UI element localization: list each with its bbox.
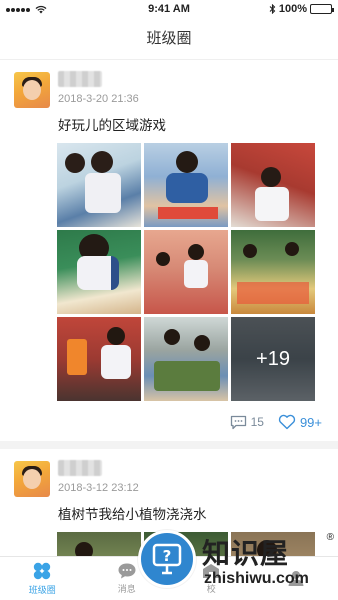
post-photo-more[interactable]: +19 — [231, 317, 315, 401]
status-right: 100% — [269, 3, 334, 15]
post-photo[interactable] — [144, 317, 228, 401]
post-photo[interactable] — [144, 143, 228, 227]
like-count: 99+ — [299, 414, 322, 430]
more-photos-count: +19 — [231, 317, 315, 401]
avatar[interactable] — [14, 72, 50, 108]
author-name-blurred[interactable] — [58, 71, 102, 87]
page-title: 班级圈 — [0, 18, 338, 60]
post-photo[interactable] — [57, 143, 141, 227]
post-photo[interactable] — [231, 143, 315, 227]
post-photo[interactable] — [57, 230, 141, 314]
feed-post: 2018-3-20 21:36 好玩儿的区域游戏 +19 15 99+ — [0, 60, 338, 441]
battery-icon — [310, 4, 334, 14]
watermark-title: 知识屋 — [202, 538, 290, 569]
watermark-logo-icon: ? — [138, 530, 196, 588]
comment-button[interactable]: 15 — [230, 415, 264, 430]
tab-class-circle[interactable]: 班级圈 — [0, 557, 85, 600]
author-name-blurred[interactable] — [58, 460, 102, 476]
post-timestamp: 2018-3-12 23:12 — [58, 482, 139, 494]
post-text: 好玩儿的区域游戏 — [58, 118, 166, 133]
post-text: 植树节我给小植物浇浇水 — [58, 507, 207, 522]
post-photo[interactable] — [144, 230, 228, 314]
bluetooth-icon — [269, 4, 276, 14]
watermark-url: zhishiwu.com — [204, 570, 309, 587]
battery-percent: 100% — [278, 3, 307, 15]
post-photo[interactable] — [57, 532, 141, 556]
post-photo[interactable] — [231, 230, 315, 314]
post-timestamp: 2018-3-20 21:36 — [58, 93, 139, 105]
tab-label: 班级圈 — [28, 585, 56, 595]
comment-icon — [230, 415, 246, 429]
post-photo[interactable] — [57, 317, 141, 401]
status-bar: 9:41 AM 100% — [0, 0, 338, 18]
site-watermark: ? 知识屋 ® zhishiwu.com — [138, 530, 334, 594]
post-actions: 15 99+ — [14, 411, 324, 433]
message-icon — [118, 563, 136, 579]
heart-icon — [278, 414, 296, 430]
avatar[interactable] — [14, 461, 50, 497]
post-divider — [0, 441, 338, 449]
svg-text:?: ? — [163, 547, 172, 565]
comment-count: 15 — [250, 415, 264, 429]
like-button[interactable]: 99+ — [278, 414, 322, 430]
tab-label: 消息 — [117, 584, 136, 594]
watermark-registered: ® — [326, 532, 334, 543]
photo-grid: +19 — [57, 143, 324, 401]
class-circle-icon — [34, 562, 51, 580]
class-feed[interactable]: 2018-3-20 21:36 好玩儿的区域游戏 +19 15 99+ 2018… — [0, 60, 338, 556]
